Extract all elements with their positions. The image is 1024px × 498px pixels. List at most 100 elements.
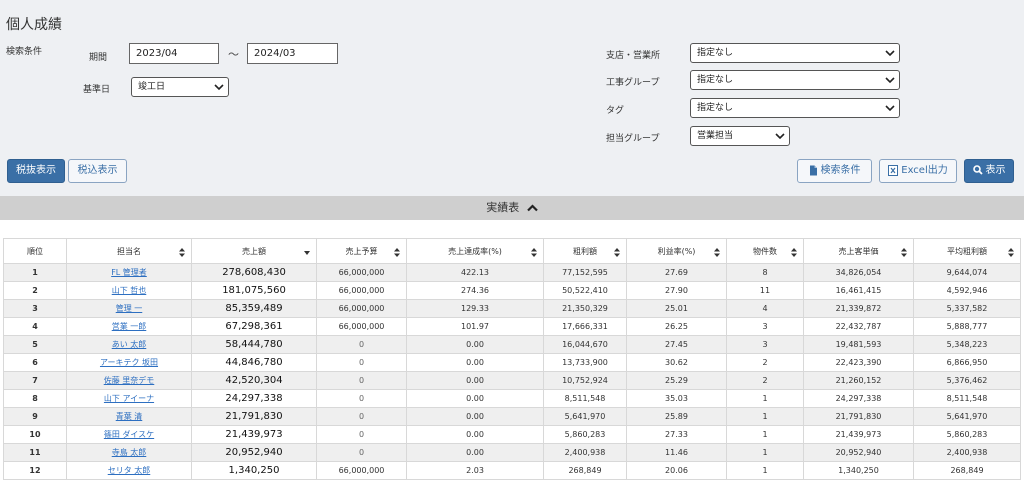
cell-avg-gross-profit: 5,376,462 bbox=[913, 371, 1021, 390]
sort-icon bbox=[394, 248, 400, 257]
staff-name-link[interactable]: 佐藤 里奈デモ bbox=[104, 376, 155, 385]
cell-sales-budget: 66,000,000 bbox=[316, 461, 407, 480]
base-date-value: 竣工日 bbox=[138, 82, 166, 92]
column-header-label: 担当名 bbox=[117, 246, 141, 256]
column-header-achievement-rate[interactable]: 売上達成率(%) bbox=[406, 238, 544, 264]
base-date-select[interactable]: 竣工日 bbox=[131, 77, 229, 97]
construction-group-label: 工事グループ bbox=[606, 78, 660, 88]
cell-rank: 2 bbox=[3, 281, 67, 300]
cell-avg-sales-per-client: 16,461,415 bbox=[803, 281, 914, 300]
table-row: 11 寺島 太郎 20,952,940 0 0.00 2,400,938 11.46 1 20,… bbox=[3, 443, 1021, 462]
cell-property-count: 3 bbox=[726, 335, 804, 354]
staff-name-link[interactable]: 山下 哲也 bbox=[112, 286, 147, 295]
cell-avg-sales-per-client: 22,423,390 bbox=[803, 353, 914, 372]
column-header-avg-sales-per-client[interactable]: 売上客単価 bbox=[803, 238, 914, 264]
period-separator: ～ bbox=[228, 48, 239, 61]
cell-avg-gross-profit: 268,849 bbox=[913, 461, 1021, 480]
staff-group-value: 営業担当 bbox=[697, 131, 734, 141]
cell-rank: 10 bbox=[3, 425, 67, 444]
page-title: 個人成績 bbox=[6, 17, 62, 33]
cell-sales-amount: 58,444,780 bbox=[191, 335, 317, 354]
cell-sales-budget: 0 bbox=[316, 407, 407, 426]
column-header-gross-profit[interactable]: 粗利額 bbox=[543, 238, 627, 264]
cell-rank: 7 bbox=[3, 371, 67, 390]
tax-included-button[interactable]: 税込表示 bbox=[68, 159, 127, 183]
construction-group-value: 指定なし bbox=[697, 75, 734, 85]
staff-name-link[interactable]: 篠田 ダイスケ bbox=[104, 430, 154, 439]
cell-avg-gross-profit: 2,400,938 bbox=[913, 443, 1021, 462]
cell-profit-margin: 27.33 bbox=[626, 425, 727, 444]
cell-sales-budget: 66,000,000 bbox=[316, 281, 407, 300]
chevron-up-icon bbox=[526, 204, 538, 212]
cell-sales-amount: 21,791,830 bbox=[191, 407, 317, 426]
tag-select[interactable]: 指定なし bbox=[690, 98, 900, 118]
staff-name-link[interactable]: アーキテク 坂田 bbox=[100, 358, 158, 367]
period-to-input[interactable]: 2024/03 bbox=[247, 43, 338, 64]
column-header-profit-margin[interactable]: 利益率(%) bbox=[626, 238, 727, 264]
cell-property-count: 1 bbox=[726, 443, 804, 462]
sort-desc-icon bbox=[304, 251, 310, 255]
column-header-avg-gross-profit[interactable]: 平均粗利額 bbox=[913, 238, 1021, 264]
staff-group-select[interactable]: 営業担当 bbox=[690, 126, 790, 146]
excel-export-button[interactable]: Excel出力 bbox=[879, 159, 957, 183]
table-row: 8 山下 アイーナ 24,297,338 0 0.00 8,511,548 35.03 1 24… bbox=[3, 389, 1021, 408]
search-conditions-button-label: 検索条件 bbox=[820, 165, 861, 176]
cell-avg-gross-profit: 5,348,223 bbox=[913, 335, 1021, 354]
column-header-sales-amount[interactable]: 売上額 bbox=[191, 238, 317, 264]
cell-profit-margin: 25.89 bbox=[626, 407, 727, 426]
staff-name-link[interactable]: あい 太郎 bbox=[112, 340, 147, 349]
staff-name-link[interactable]: 山下 アイーナ bbox=[104, 394, 154, 403]
column-header-staff-name[interactable]: 担当名 bbox=[66, 238, 192, 264]
cell-staff-name: FL 管理者 bbox=[66, 263, 192, 282]
cell-sales-budget: 0 bbox=[316, 371, 407, 390]
cell-achievement-rate: 101.97 bbox=[406, 317, 544, 336]
cell-profit-margin: 11.46 bbox=[626, 443, 727, 462]
cell-property-count: 1 bbox=[726, 407, 804, 426]
results-section-title: 実績表 bbox=[486, 201, 520, 214]
cell-property-count: 2 bbox=[726, 371, 804, 390]
cell-sales-amount: 21,439,973 bbox=[191, 425, 317, 444]
staff-name-link[interactable]: 寺島 太郎 bbox=[112, 448, 147, 457]
construction-group-select[interactable]: 指定なし bbox=[690, 70, 900, 90]
excel-export-button-label: Excel出力 bbox=[901, 165, 948, 176]
search-conditions-button[interactable]: 検索条件 bbox=[797, 159, 872, 183]
staff-name-link[interactable]: セリタ 太郎 bbox=[108, 466, 151, 475]
period-label: 期間 bbox=[89, 53, 108, 63]
cell-achievement-rate: 0.00 bbox=[406, 335, 544, 354]
cell-staff-name: あい 太郎 bbox=[66, 335, 192, 354]
branch-select[interactable]: 指定なし bbox=[690, 43, 900, 63]
table-row: 2 山下 哲也 181,075,560 66,000,000 274.36 50,522,… bbox=[3, 281, 1021, 300]
column-header-property-count[interactable]: 物件数 bbox=[726, 238, 804, 264]
staff-name-link[interactable]: 青葉 清 bbox=[116, 412, 143, 421]
cell-avg-sales-per-client: 22,432,787 bbox=[803, 317, 914, 336]
tax-excluded-button[interactable]: 税抜表示 bbox=[7, 159, 65, 183]
cell-sales-budget: 0 bbox=[316, 353, 407, 372]
staff-name-link[interactable]: FL 管理者 bbox=[111, 268, 147, 277]
column-header-label: 物件数 bbox=[753, 246, 777, 256]
display-button[interactable]: 表示 bbox=[964, 159, 1014, 183]
cell-profit-margin: 35.03 bbox=[626, 389, 727, 408]
table-header-row: 順位 担当名 売上額 売上予算 売上達成率(%) 粗利額 利益率(%) 物件数 売上客単価 平均粗… bbox=[3, 238, 1021, 264]
table-row: 10 篠田 ダイスケ 21,439,973 0 0.00 5,860,283 27.33 1 2… bbox=[3, 425, 1021, 444]
cell-rank: 8 bbox=[3, 389, 67, 408]
cell-property-count: 1 bbox=[726, 425, 804, 444]
cell-property-count: 2 bbox=[726, 353, 804, 372]
staff-name-link[interactable]: 管理 一 bbox=[116, 304, 143, 313]
cell-profit-margin: 27.69 bbox=[626, 263, 727, 282]
cell-profit-margin: 27.45 bbox=[626, 335, 727, 354]
cell-staff-name: 青葉 清 bbox=[66, 407, 192, 426]
chevron-down-icon bbox=[214, 84, 224, 91]
cell-rank: 12 bbox=[3, 461, 67, 480]
cell-sales-amount: 85,359,489 bbox=[191, 299, 317, 318]
cell-achievement-rate: 0.00 bbox=[406, 425, 544, 444]
column-header-label: 売上達成率(%) bbox=[448, 246, 502, 256]
column-header-sales-budget[interactable]: 売上予算 bbox=[316, 238, 407, 264]
staff-name-link[interactable]: 営業 一郎 bbox=[112, 322, 147, 331]
column-header-label: 粗利額 bbox=[573, 246, 597, 256]
chevron-down-icon bbox=[885, 50, 895, 57]
period-from-input[interactable]: 2023/04 bbox=[129, 43, 219, 64]
table-row: 3 管理 一 85,359,489 66,000,000 129.33 21,350,32… bbox=[3, 299, 1021, 318]
results-section-header[interactable]: 実績表 bbox=[0, 196, 1024, 220]
cell-achievement-rate: 129.33 bbox=[406, 299, 544, 318]
cell-profit-margin: 25.29 bbox=[626, 371, 727, 390]
